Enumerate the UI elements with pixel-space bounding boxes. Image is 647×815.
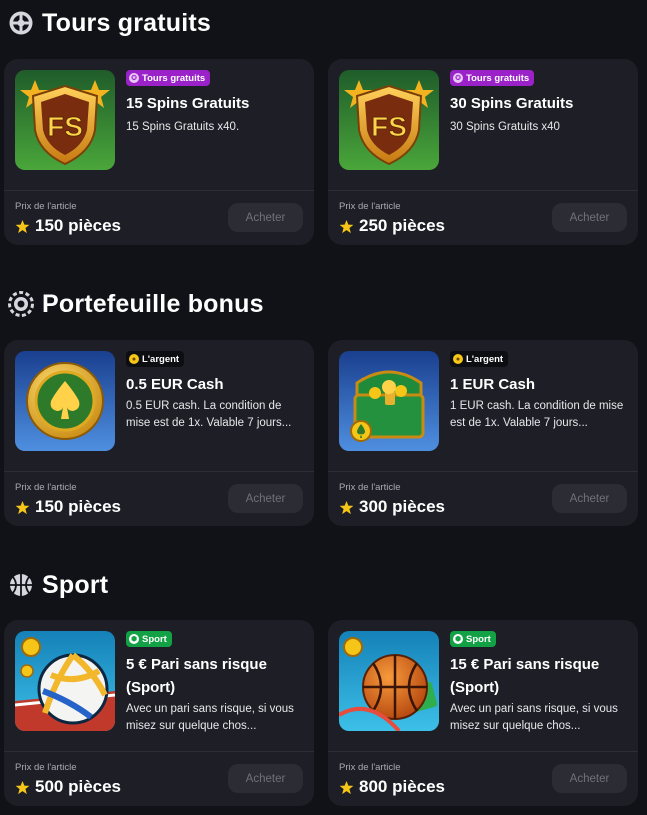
- price-label: Prix de l'article: [15, 482, 77, 493]
- cash-coin-image: [15, 351, 115, 451]
- price-label: Prix de l'article: [339, 762, 401, 773]
- treasure-chest-image: [339, 351, 439, 451]
- category-badge: ⬢ Sport: [126, 631, 172, 647]
- store-item-card[interactable]: ● L'argent 0.5 EUR Cash 0.5 EUR cash. La…: [4, 340, 314, 526]
- buy-button[interactable]: Acheter: [552, 764, 627, 793]
- divider: [4, 471, 314, 472]
- store-item-card[interactable]: FS ✪ Tours gratuits 15 Spins Gratuits 15…: [4, 59, 314, 245]
- divider: [4, 190, 314, 191]
- star-icon: [339, 780, 354, 794]
- item-price: 250 pièces: [339, 216, 445, 236]
- item-title: 1 EUR Cash: [450, 376, 536, 393]
- badge-label: Sport: [142, 633, 167, 645]
- store-item-card[interactable]: ● L'argent 1 EUR Cash 1 EUR cash. La con…: [328, 340, 638, 526]
- item-price: 800 pièces: [339, 777, 445, 797]
- divider: [328, 190, 638, 191]
- item-title: 5 € Pari sans risque (Sport): [126, 656, 267, 696]
- price-label: Prix de l'article: [15, 762, 77, 773]
- volleyball-image: [15, 631, 115, 731]
- section-header-sport: Sport: [8, 570, 108, 600]
- star-icon: [15, 780, 30, 794]
- basketball-icon: [8, 572, 34, 598]
- price-value: 250 pièces: [359, 216, 446, 235]
- divider: [4, 751, 314, 752]
- item-description: Avec un pari sans risque, si vous misez …: [450, 703, 618, 732]
- free-spins-shield-image: FS: [15, 70, 115, 170]
- price-label: Prix de l'article: [339, 201, 401, 212]
- star-icon: [339, 219, 354, 233]
- section-title: Tours gratuits: [42, 8, 212, 37]
- section-header-bonus-wallet: Portefeuille bonus: [8, 289, 264, 319]
- item-description: 1 EUR cash. La condition de mise est de …: [450, 400, 624, 429]
- item-price: 150 pièces: [15, 497, 121, 517]
- category-badge: ✪ Tours gratuits: [126, 70, 211, 86]
- item-title: 15 € Pari sans risque (Sport): [450, 656, 600, 696]
- badge-label: Sport: [466, 633, 491, 645]
- price-label: Prix de l'article: [15, 201, 77, 212]
- basketball-image: [339, 631, 439, 731]
- price-value: 500 pièces: [35, 777, 122, 796]
- item-description: Avec un pari sans risque, si vous misez …: [126, 703, 294, 732]
- item-title: 0.5 EUR Cash: [126, 376, 224, 393]
- spin-reel-icon: [8, 10, 34, 36]
- chip-icon: [8, 291, 34, 317]
- price-label: Prix de l'article: [339, 482, 401, 493]
- item-price: 150 pièces: [15, 216, 121, 236]
- store-item-card[interactable]: ⬢ Sport 5 € Pari sans risque (Sport) Ave…: [4, 620, 314, 806]
- coins-icon: ●: [129, 354, 139, 364]
- category-badge: ⬢ Sport: [450, 631, 496, 647]
- star-icon: [15, 219, 30, 233]
- item-title: 30 Spins Gratuits: [450, 95, 574, 112]
- category-badge: ● L'argent: [126, 351, 185, 367]
- item-price: 500 pièces: [15, 777, 121, 797]
- category-badge: ● L'argent: [450, 351, 509, 367]
- buy-button[interactable]: Acheter: [228, 764, 303, 793]
- buy-button[interactable]: Acheter: [228, 484, 303, 513]
- soccer-ball-icon: ⬢: [129, 634, 139, 644]
- section-title: Sport: [42, 570, 109, 599]
- price-value: 150 pièces: [35, 216, 122, 235]
- divider: [328, 751, 638, 752]
- badge-label: L'argent: [466, 353, 504, 365]
- badge-label: Tours gratuits: [142, 72, 206, 84]
- thumbnail-text: FS: [371, 111, 407, 142]
- buy-button[interactable]: Acheter: [228, 203, 303, 232]
- item-description: 15 Spins Gratuits x40.: [126, 121, 240, 133]
- coins-icon: ●: [453, 354, 463, 364]
- soccer-ball-icon: ⬢: [453, 634, 463, 644]
- spin-icon: ✪: [129, 73, 139, 83]
- item-price: 300 pièces: [339, 497, 445, 517]
- badge-label: Tours gratuits: [466, 72, 530, 84]
- star-icon: [15, 500, 30, 514]
- item-description: 30 Spins Gratuits x40: [450, 121, 560, 133]
- free-spins-shield-image: FS: [339, 70, 439, 170]
- item-title: 15 Spins Gratuits: [126, 95, 250, 112]
- buy-button[interactable]: Acheter: [552, 484, 627, 513]
- store-item-card[interactable]: ⬢ Sport 15 € Pari sans risque (Sport) Av…: [328, 620, 638, 806]
- item-description: 0.5 EUR cash. La condition de mise est d…: [126, 400, 292, 429]
- price-value: 150 pièces: [35, 497, 122, 516]
- badge-label: L'argent: [142, 353, 180, 365]
- buy-button[interactable]: Acheter: [552, 203, 627, 232]
- star-icon: [339, 500, 354, 514]
- store-item-card[interactable]: FS ✪ Tours gratuits 30 Spins Gratuits 30…: [328, 59, 638, 245]
- thumbnail-text: FS: [47, 111, 83, 142]
- divider: [328, 471, 638, 472]
- price-value: 800 pièces: [359, 777, 446, 796]
- section-header-free-spins: Tours gratuits: [8, 8, 211, 38]
- spin-icon: ✪: [453, 73, 463, 83]
- category-badge: ✪ Tours gratuits: [450, 70, 535, 86]
- section-title: Portefeuille bonus: [42, 289, 264, 318]
- price-value: 300 pièces: [359, 497, 446, 516]
